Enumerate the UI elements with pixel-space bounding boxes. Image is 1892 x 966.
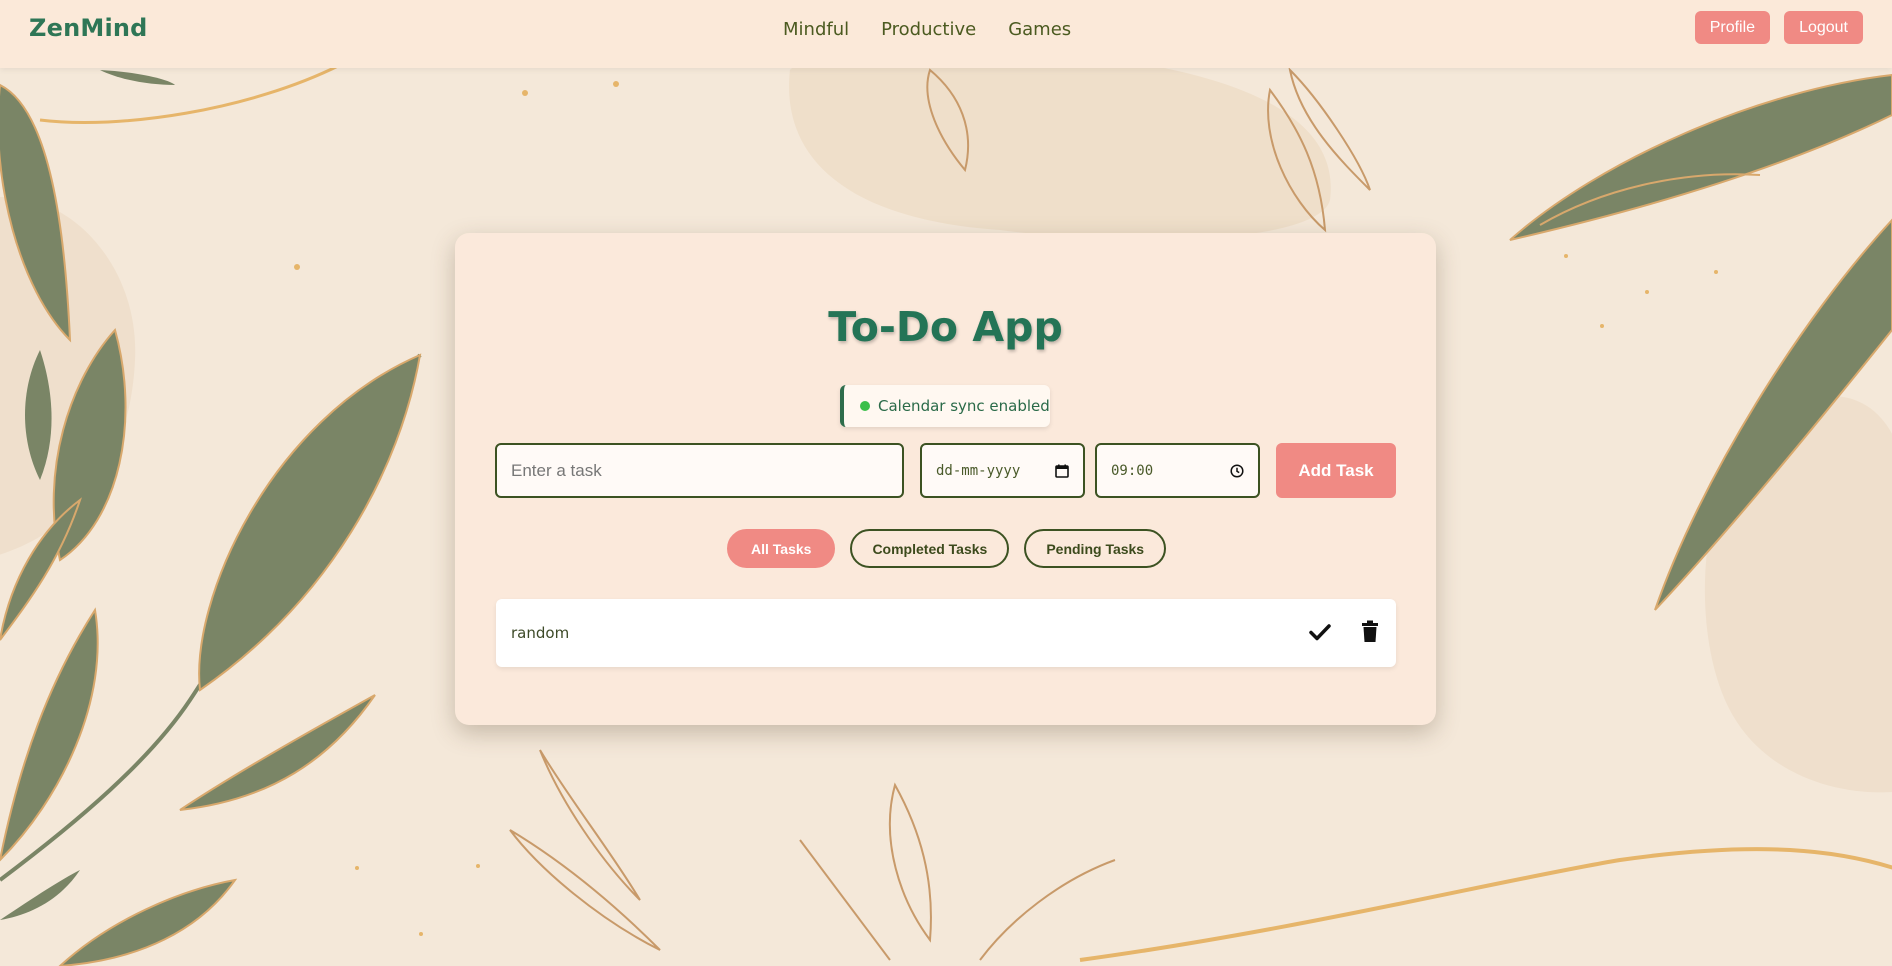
top-navbar: ZenMind Mindful Productive Games Profile… <box>0 0 1892 68</box>
task-input[interactable] <box>495 443 904 498</box>
time-value: 09:00 <box>1111 462 1154 479</box>
date-placeholder: dd-mm-yyyy <box>936 462 1021 479</box>
time-field[interactable]: 09:00 <box>1095 443 1260 498</box>
task-text: random <box>511 624 570 642</box>
todo-card: To-Do App Calendar sync enabled dd-mm-yy… <box>455 233 1436 725</box>
sync-status-text: Calendar sync enabled <box>878 397 1050 415</box>
nav-links: Mindful Productive Games <box>783 19 1071 40</box>
task-list-item: random <box>496 599 1396 667</box>
filter-pending-tasks[interactable]: Pending Tasks <box>1024 529 1167 568</box>
nav-link-games[interactable]: Games <box>1008 19 1071 40</box>
task-filters: All Tasks Completed Tasks Pending Tasks <box>727 529 1167 568</box>
filter-all-tasks[interactable]: All Tasks <box>727 529 836 568</box>
nav-actions: Profile Logout <box>1694 11 1863 44</box>
check-icon[interactable] <box>1306 618 1334 646</box>
logout-button[interactable]: Logout <box>1784 11 1863 44</box>
nav-link-mindful[interactable]: Mindful <box>783 19 849 40</box>
add-task-button[interactable]: Add Task <box>1276 443 1396 498</box>
page-title: To-Do App <box>828 303 1063 351</box>
trash-icon[interactable] <box>1356 618 1384 646</box>
filter-completed-tasks[interactable]: Completed Tasks <box>850 529 1010 568</box>
date-field[interactable]: dd-mm-yyyy <box>920 443 1085 498</box>
profile-button[interactable]: Profile <box>1694 11 1771 44</box>
calendar-sync-badge: Calendar sync enabled <box>840 385 1050 427</box>
clock-icon[interactable] <box>1230 463 1244 478</box>
calendar-icon[interactable] <box>1055 464 1069 478</box>
brand-logo[interactable]: ZenMind <box>29 14 148 42</box>
nav-link-productive[interactable]: Productive <box>881 19 976 40</box>
status-dot-icon <box>860 401 870 411</box>
